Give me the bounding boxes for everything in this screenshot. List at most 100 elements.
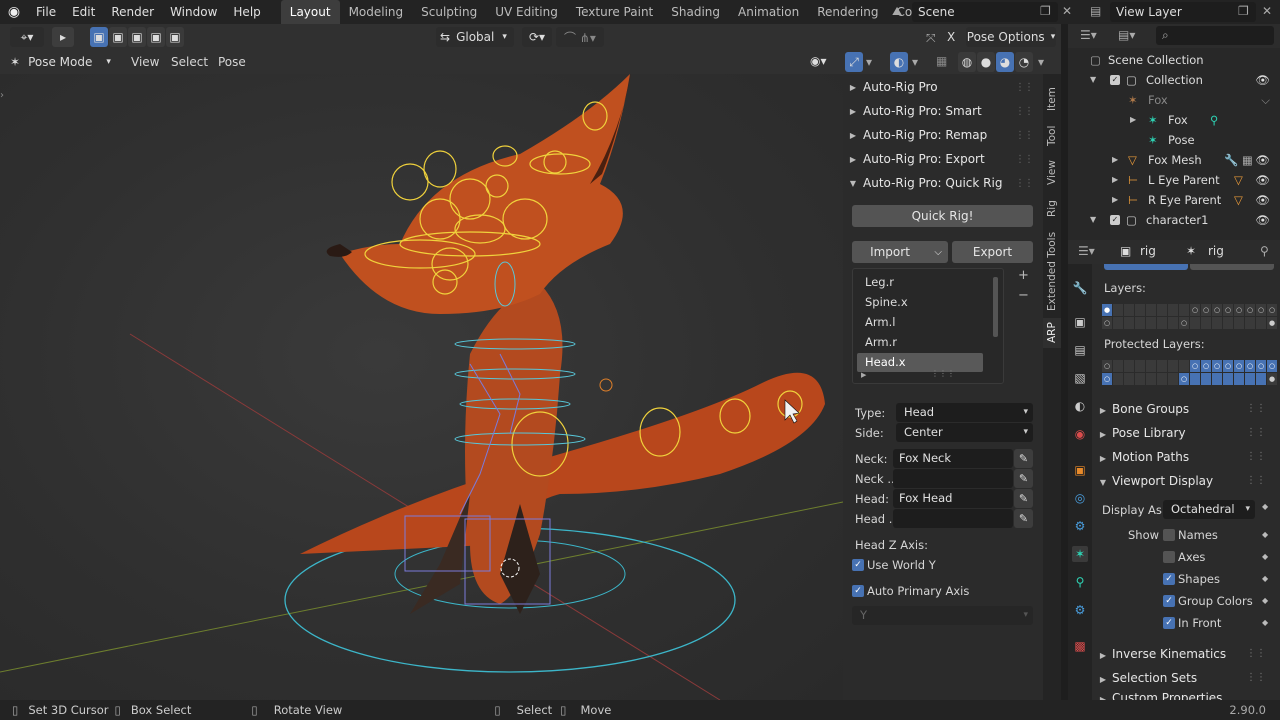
section-inverse-kinematics[interactable]: ▶ Inverse Kinematics ⋮⋮	[1094, 643, 1278, 665]
list-item[interactable]: Leg.r	[857, 273, 983, 292]
animate-dot-icon[interactable]: ◆	[1262, 530, 1268, 539]
overlays-icon[interactable]: ◐	[890, 52, 908, 72]
mode-dropdown[interactable]: ✶ Pose Mode ▾	[10, 52, 120, 72]
outliner-row[interactable]: ▶ ⊢ L Eye Parent ▽ 👁	[1068, 170, 1280, 190]
grip-icon[interactable]: ⋮⋮	[1015, 154, 1034, 165]
head2-field[interactable]	[893, 509, 1013, 528]
close-layer-icon[interactable]: ✕	[1262, 4, 1272, 18]
list-item-selected[interactable]: Head.x	[857, 353, 983, 372]
select-invert-mode-icon[interactable]: ▣	[147, 27, 165, 47]
grip-icon[interactable]: ⋮⋮	[1015, 130, 1034, 141]
import-button[interactable]: Import ⌵	[852, 241, 948, 263]
select-subtract-mode-icon[interactable]: ▣	[128, 27, 146, 47]
grip-icon[interactable]: ⋮⋮	[1246, 422, 1266, 444]
eyedropper-icon[interactable]: ✎	[1014, 489, 1033, 508]
bone-tab-icon[interactable]: ⚲	[1072, 574, 1088, 590]
close-scene-icon[interactable]: ✕	[1062, 4, 1072, 18]
section-bone-groups[interactable]: ▶ Bone Groups ⋮⋮	[1094, 398, 1278, 420]
grip-icon[interactable]: ⋮⋮	[1015, 82, 1034, 93]
display-as-dropdown[interactable]: Octahedral ▾	[1163, 500, 1255, 519]
expand-icon[interactable]: ▶	[1112, 170, 1118, 190]
list-resize-grip-icon[interactable]: ⋮⋮⋮	[931, 369, 955, 378]
tab-extended-tools[interactable]: Extended Tools	[1043, 230, 1061, 312]
scene-tab-icon[interactable]: ◐	[1072, 398, 1088, 414]
render-tab-icon[interactable]: ▣	[1072, 314, 1088, 330]
chevron-icon[interactable]: ⌵	[1261, 90, 1270, 110]
eye-icon[interactable]: 👁	[1255, 170, 1270, 190]
expand-icon[interactable]: ▶	[1130, 110, 1136, 130]
protected-grid-d[interactable]: ●	[1190, 373, 1278, 385]
wireframe-shading-icon[interactable]: ◍	[958, 52, 976, 72]
list-item[interactable]: Arm.l	[857, 313, 983, 332]
tab-tool[interactable]: Tool	[1043, 122, 1061, 150]
animate-dot-icon[interactable]: ◆	[1262, 618, 1268, 627]
protected-grid-c[interactable]: ○ ○ ○ ○ ○ ○ ○ ○	[1190, 360, 1278, 372]
data-name[interactable]: rig	[1208, 244, 1224, 258]
collapse-icon[interactable]: ▼	[1090, 210, 1096, 230]
scene-selector[interactable]: Scene	[912, 2, 1058, 22]
view-layer-tab-icon[interactable]: ▧	[1072, 370, 1088, 386]
menu-render[interactable]: Render	[103, 5, 162, 19]
head-field[interactable]: Fox Head	[893, 489, 1013, 508]
tab-modeling[interactable]: Modeling	[340, 0, 413, 24]
menu-file[interactable]: File	[28, 5, 64, 19]
layers-grid-d[interactable]: ●	[1190, 317, 1278, 329]
tab-shading[interactable]: Shading	[662, 0, 729, 24]
grip-icon[interactable]: ⋮⋮	[1246, 643, 1266, 665]
menu-window[interactable]: Window	[162, 5, 225, 19]
bone-xray-icon[interactable]: ⤧	[926, 31, 936, 46]
pin-icon[interactable]: ⚲	[1260, 244, 1269, 258]
chevron-down-icon[interactable]: ▾	[866, 55, 872, 69]
names-checkbox[interactable]	[1163, 529, 1175, 541]
tab-texture-paint[interactable]: Texture Paint	[567, 0, 662, 24]
panel-auto-rig-pro-smart[interactable]: ▶ Auto-Rig Pro: Smart ⋮⋮	[843, 100, 1041, 122]
modifiers-tab-icon[interactable]: ◎	[1072, 490, 1088, 506]
outliner-row[interactable]: ✶ Fox ⌵	[1068, 90, 1280, 110]
3d-viewport[interactable]: ›	[0, 74, 843, 700]
grip-icon[interactable]: ⋮⋮	[1246, 470, 1266, 492]
animate-dot-icon[interactable]: ◆	[1262, 596, 1268, 605]
solid-shading-icon[interactable]: ●	[977, 52, 995, 72]
select-tool-button[interactable]: ▸	[52, 27, 74, 47]
tab-rig[interactable]: Rig	[1043, 196, 1061, 222]
copy-scene-icon[interactable]: ❐	[1040, 4, 1051, 18]
select-new-mode-icon[interactable]: ▣	[90, 27, 108, 47]
blender-logo-icon[interactable]: ◉	[0, 0, 28, 24]
auto-primary-axis-checkbox[interactable]: ✓	[852, 585, 864, 597]
material-shading-icon[interactable]: ◕	[996, 52, 1014, 72]
toolbar-expand-icon[interactable]: ›	[0, 90, 4, 101]
armature-data-tab-icon[interactable]: ✶	[1072, 546, 1088, 562]
visibility-icon[interactable]: ◉▾	[810, 54, 827, 68]
in-front-checkbox[interactable]: ✓	[1163, 617, 1175, 629]
constraints-tab-icon[interactable]: ⚙	[1072, 518, 1088, 534]
section-motion-paths[interactable]: ▶ Motion Paths ⋮⋮	[1094, 446, 1278, 468]
tab-rendering[interactable]: Rendering	[808, 0, 887, 24]
export-button[interactable]: Export	[952, 241, 1033, 263]
pose-position-tab[interactable]	[1104, 264, 1188, 270]
tab-uv-editing[interactable]: UV Editing	[486, 0, 567, 24]
outliner-row[interactable]: ▼ ✓ ▢ Collection 👁	[1068, 70, 1280, 90]
group-colors-checkbox[interactable]: ✓	[1163, 595, 1175, 607]
menu-pose[interactable]: Pose	[218, 55, 246, 69]
checkbox-icon[interactable]: ✓	[1110, 215, 1120, 225]
rest-position-tab[interactable]	[1190, 264, 1274, 270]
select-intersect-mode-icon[interactable]: ▣	[166, 27, 184, 47]
display-mode-icon[interactable]: ▤▾	[1118, 28, 1135, 42]
type-dropdown[interactable]: Head ▾	[896, 403, 1033, 422]
editor-type-icon[interactable]: ☰▾	[1080, 28, 1097, 42]
scene-type-icon[interactable]: ⛰	[892, 4, 902, 19]
section-viewport-display[interactable]: ▼ Viewport Display ⋮⋮	[1094, 470, 1278, 492]
pose-options-dropdown[interactable]: Pose Options ▾	[966, 27, 1056, 47]
animate-dot-icon[interactable]: ◆	[1262, 552, 1268, 561]
axes-checkbox[interactable]	[1163, 551, 1175, 563]
close-x-label[interactable]: X	[947, 30, 955, 44]
chevron-down-icon[interactable]: ▾	[912, 55, 918, 69]
panel-auto-rig-pro[interactable]: ▶ Auto-Rig Pro ⋮⋮	[843, 76, 1041, 98]
animate-dot-icon[interactable]: ◆	[1262, 574, 1268, 583]
grip-icon[interactable]: ⋮⋮	[1015, 178, 1034, 189]
area-divider[interactable]	[1061, 24, 1068, 700]
side-dropdown[interactable]: Center ▾	[896, 423, 1033, 442]
grip-icon[interactable]: ⋮⋮	[1246, 446, 1266, 468]
pivot-point-button[interactable]: ⟳▾	[522, 27, 552, 47]
eyedropper-icon[interactable]: ✎	[1014, 509, 1033, 528]
